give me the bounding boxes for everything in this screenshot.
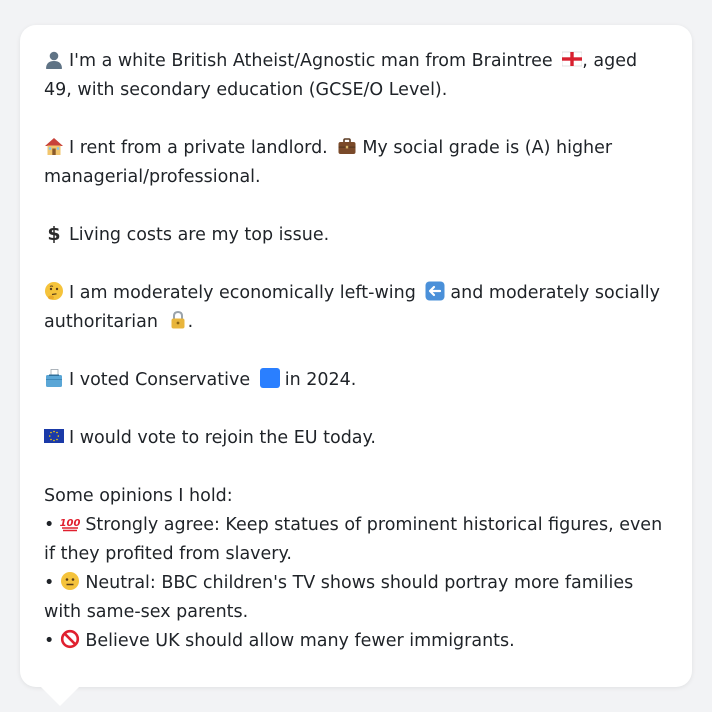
top-issue-text: Living costs are my top issue. — [69, 225, 330, 245]
dollar-sign-icon: $ — [47, 223, 60, 243]
opinion-text: Neutral: BBC children's TV shows should … — [44, 573, 634, 622]
england-flag-icon — [562, 51, 583, 67]
politics-text-3: . — [187, 312, 194, 332]
vote-2024-line: I voted Conservative in 2024. — [44, 366, 668, 395]
persona-card: I'm a white British Atheist/Agnostic man… — [20, 25, 692, 687]
politics-text-1: I am moderately economically left-wing — [69, 283, 416, 303]
speech-bubble-tail — [40, 686, 80, 706]
blue-square-icon — [259, 368, 280, 388]
bullet: • — [44, 631, 55, 651]
vote-text-2: in 2024. — [284, 370, 357, 390]
thinking-face-icon — [45, 282, 63, 300]
identity-text-1: I'm a white British Atheist/Agnostic man… — [69, 51, 553, 71]
opinion-text: Strongly agree: Keep statues of prominen… — [44, 515, 663, 564]
identity-line: I'm a white British Atheist/Agnostic man… — [44, 47, 668, 105]
prohibited-icon — [61, 629, 80, 649]
bullet: • — [44, 515, 55, 535]
opinion-item: • Believe UK should allow many fewer imm… — [44, 627, 668, 656]
hundred-points-icon: 100 — [60, 518, 80, 532]
eu-text: I would vote to rejoin the EU today. — [69, 428, 376, 448]
housing-line: I rent from a private landlord. My socia… — [44, 134, 668, 192]
bullet: • — [44, 573, 55, 593]
briefcase-icon — [338, 138, 356, 154]
vote-text-1: I voted Conservative — [69, 370, 251, 390]
ballot-box-icon — [46, 369, 62, 387]
person-silhouette-icon — [44, 49, 64, 69]
house-icon — [45, 138, 63, 155]
eu-line: I would vote to rejoin the EU today. — [44, 424, 668, 453]
neutral-face-icon — [61, 572, 80, 590]
top-issue-line: $ Living costs are my top issue. — [44, 221, 668, 250]
housing-text-1: I rent from a private landlord. — [69, 138, 328, 158]
opinion-item: • Neutral: BBC children's TV shows shoul… — [44, 569, 668, 627]
lock-icon — [171, 310, 185, 329]
eu-flag-icon — [44, 429, 64, 443]
opinion-item: • 100 Strongly agree: Keep statues of pr… — [44, 511, 668, 569]
politics-line: I am moderately economically left-wing a… — [44, 279, 668, 337]
opinions-heading: Some opinions I hold: — [44, 486, 233, 506]
opinion-text: Believe UK should allow many fewer immig… — [85, 631, 515, 651]
left-arrow-icon — [425, 281, 445, 301]
svg-text:$: $ — [47, 223, 60, 243]
